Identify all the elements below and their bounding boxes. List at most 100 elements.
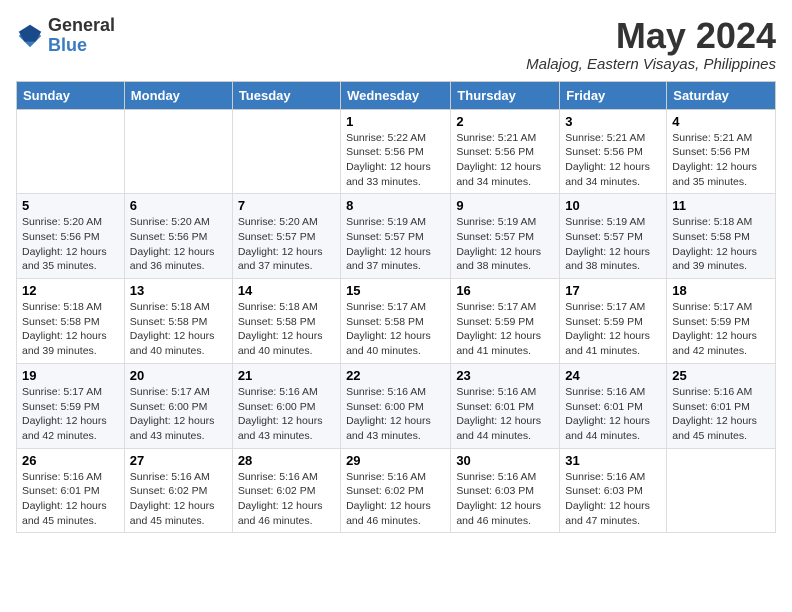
header-day-monday: Monday [124,81,232,109]
header-row: SundayMondayTuesdayWednesdayThursdayFrid… [17,81,776,109]
day-number: 23 [456,368,554,383]
day-info: Sunrise: 5:16 AM Sunset: 6:02 PM Dayligh… [238,470,335,529]
calendar-cell: 18Sunrise: 5:17 AM Sunset: 5:59 PM Dayli… [667,279,776,364]
day-number: 31 [565,453,661,468]
calendar-cell: 20Sunrise: 5:17 AM Sunset: 6:00 PM Dayli… [124,363,232,448]
calendar-cell: 25 Sunrise: 5:16 AM Sunset: 6:01 PM Dayli… [667,363,776,448]
day-number: 13 [130,283,227,298]
day-number: 10 [565,198,661,213]
calendar-cell [124,109,232,194]
location: Malajog, Eastern Visayas, Philippines [526,56,776,73]
week-row-5: 26 Sunrise: 5:16 AM Sunset: 6:01 PM Dayli… [17,448,776,533]
day-info: Sunrise: 5:19 AM Sunset: 5:57 PM Dayligh… [565,215,661,274]
day-info: Sunrise: 5:21 AM Sunset: 5:56 PM Dayligh… [565,131,661,190]
day-info: Sunrise: 5:21 AM Sunset: 5:56 PM Dayligh… [456,131,554,190]
week-row-4: 19 Sunrise: 5:17 AM Sunset: 5:59 PM Dayli… [17,363,776,448]
day-number: 3 [565,114,661,129]
logo-general: General [48,16,115,36]
day-number: 16 [456,283,554,298]
header-day-tuesday: Tuesday [232,81,340,109]
day-number: 4 [672,114,770,129]
day-number: 25 [672,368,770,383]
day-info: Sunrise: 5:16 AM Sunset: 6:01 PM Dayligh… [565,385,661,444]
calendar-cell: 19 Sunrise: 5:17 AM Sunset: 5:59 PM Dayli… [17,363,125,448]
day-info: Sunrise: 5:16 AM Sunset: 6:03 PM Dayligh… [456,470,554,529]
calendar-cell: 15Sunrise: 5:17 AM Sunset: 5:58 PM Dayli… [341,279,451,364]
logo: General Blue [16,16,115,56]
day-info: Sunrise: 5:17 AM Sunset: 5:59 PM Dayligh… [565,300,661,359]
calendar-cell: 29Sunrise: 5:16 AM Sunset: 6:02 PM Dayli… [341,448,451,533]
day-info: Sunrise: 5:16 AM Sunset: 6:00 PM Dayligh… [238,385,335,444]
title-block: May 2024 Malajog, Eastern Visayas, Phili… [526,16,776,73]
calendar-cell: 9Sunrise: 5:19 AM Sunset: 5:57 PM Daylig… [451,194,560,279]
week-row-2: 5 Sunrise: 5:20 AM Sunset: 5:56 PM Daylig… [17,194,776,279]
day-number: 8 [346,198,445,213]
day-info: Sunrise: 5:18 AM Sunset: 5:58 PM Dayligh… [238,300,335,359]
calendar-cell: 16 Sunrise: 5:17 AM Sunset: 5:59 PM Dayli… [451,279,560,364]
day-info: Sunrise: 5:17 AM Sunset: 6:00 PM Dayligh… [130,385,227,444]
header-day-friday: Friday [560,81,667,109]
day-number: 11 [672,198,770,213]
calendar-cell: 2 Sunrise: 5:21 AM Sunset: 5:56 PM Daylig… [451,109,560,194]
logo-text: General Blue [48,16,115,56]
day-number: 24 [565,368,661,383]
calendar-cell: 21Sunrise: 5:16 AM Sunset: 6:00 PM Dayli… [232,363,340,448]
calendar-cell: 22Sunrise: 5:16 AM Sunset: 6:00 PM Dayli… [341,363,451,448]
calendar-cell: 5 Sunrise: 5:20 AM Sunset: 5:56 PM Daylig… [17,194,125,279]
day-number: 27 [130,453,227,468]
header-day-thursday: Thursday [451,81,560,109]
day-number: 7 [238,198,335,213]
calendar-cell: 31 Sunrise: 5:16 AM Sunset: 6:03 PM Dayli… [560,448,667,533]
day-number: 12 [22,283,119,298]
day-info: Sunrise: 5:20 AM Sunset: 5:56 PM Dayligh… [130,215,227,274]
day-info: Sunrise: 5:16 AM Sunset: 6:01 PM Dayligh… [22,470,119,529]
day-number: 2 [456,114,554,129]
logo-blue: Blue [48,36,115,56]
header-day-sunday: Sunday [17,81,125,109]
day-number: 18 [672,283,770,298]
calendar-cell: 1 Sunrise: 5:22 AM Sunset: 5:56 PM Daylig… [341,109,451,194]
day-info: Sunrise: 5:17 AM Sunset: 5:59 PM Dayligh… [22,385,119,444]
day-number: 1 [346,114,445,129]
day-info: Sunrise: 5:19 AM Sunset: 5:57 PM Dayligh… [346,215,445,274]
day-info: Sunrise: 5:21 AM Sunset: 5:56 PM Dayligh… [672,131,770,190]
day-info: Sunrise: 5:16 AM Sunset: 6:01 PM Dayligh… [456,385,554,444]
week-row-3: 12 Sunrise: 5:18 AM Sunset: 5:58 PM Dayli… [17,279,776,364]
page-header: General Blue May 2024 Malajog, Eastern V… [16,16,776,73]
day-info: Sunrise: 5:16 AM Sunset: 6:03 PM Dayligh… [565,470,661,529]
calendar-cell: 27Sunrise: 5:16 AM Sunset: 6:02 PM Dayli… [124,448,232,533]
month-title: May 2024 [526,16,776,56]
header-day-saturday: Saturday [667,81,776,109]
calendar-cell: 14 Sunrise: 5:18 AM Sunset: 5:58 PM Dayli… [232,279,340,364]
day-info: Sunrise: 5:18 AM Sunset: 5:58 PM Dayligh… [22,300,119,359]
day-info: Sunrise: 5:20 AM Sunset: 5:57 PM Dayligh… [238,215,335,274]
day-info: Sunrise: 5:16 AM Sunset: 6:02 PM Dayligh… [346,470,445,529]
logo-icon [16,22,44,50]
calendar-cell: 26 Sunrise: 5:16 AM Sunset: 6:01 PM Dayli… [17,448,125,533]
calendar-cell: 6 Sunrise: 5:20 AM Sunset: 5:56 PM Daylig… [124,194,232,279]
calendar-cell [667,448,776,533]
header-day-wednesday: Wednesday [341,81,451,109]
calendar-cell: 24 Sunrise: 5:16 AM Sunset: 6:01 PM Dayli… [560,363,667,448]
day-number: 6 [130,198,227,213]
day-info: Sunrise: 5:18 AM Sunset: 5:58 PM Dayligh… [672,215,770,274]
day-info: Sunrise: 5:20 AM Sunset: 5:56 PM Dayligh… [22,215,119,274]
week-row-1: 1 Sunrise: 5:22 AM Sunset: 5:56 PM Daylig… [17,109,776,194]
calendar-cell: 11 Sunrise: 5:18 AM Sunset: 5:58 PM Dayli… [667,194,776,279]
calendar-cell [232,109,340,194]
day-number: 30 [456,453,554,468]
day-number: 5 [22,198,119,213]
calendar-cell: 7 Sunrise: 5:20 AM Sunset: 5:57 PM Daylig… [232,194,340,279]
day-number: 19 [22,368,119,383]
day-number: 22 [346,368,445,383]
day-info: Sunrise: 5:22 AM Sunset: 5:56 PM Dayligh… [346,131,445,190]
day-info: Sunrise: 5:16 AM Sunset: 6:01 PM Dayligh… [672,385,770,444]
calendar-cell: 8 Sunrise: 5:19 AM Sunset: 5:57 PM Daylig… [341,194,451,279]
calendar-cell: 12 Sunrise: 5:18 AM Sunset: 5:58 PM Dayli… [17,279,125,364]
day-info: Sunrise: 5:17 AM Sunset: 5:59 PM Dayligh… [456,300,554,359]
calendar-cell: 23 Sunrise: 5:16 AM Sunset: 6:01 PM Dayli… [451,363,560,448]
day-info: Sunrise: 5:19 AM Sunset: 5:57 PM Dayligh… [456,215,554,274]
calendar-cell: 3 Sunrise: 5:21 AM Sunset: 5:56 PM Daylig… [560,109,667,194]
day-number: 14 [238,283,335,298]
day-number: 26 [22,453,119,468]
